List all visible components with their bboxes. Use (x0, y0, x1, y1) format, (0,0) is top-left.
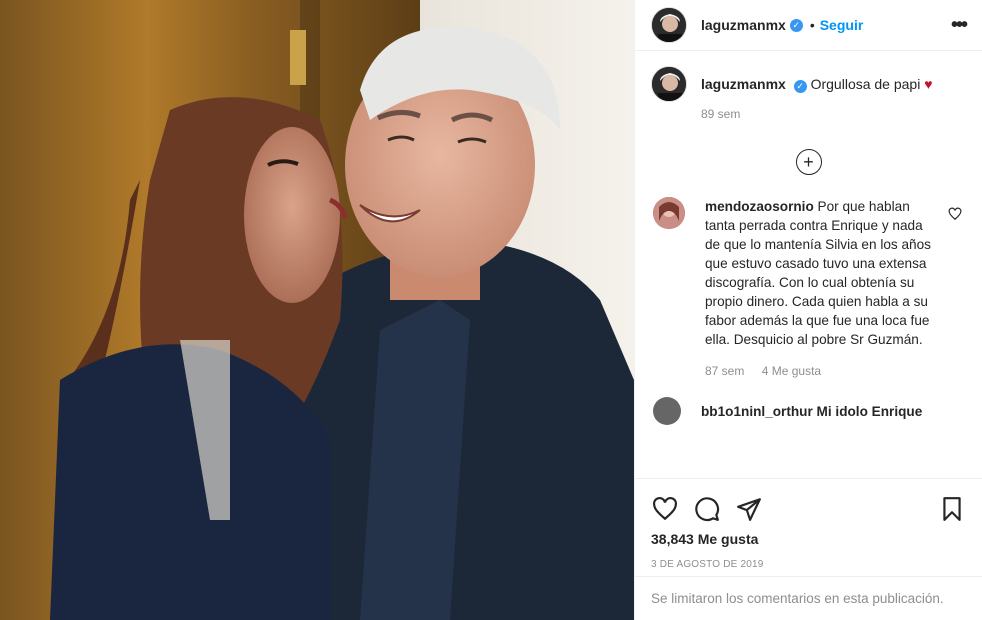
heart-outline-icon (653, 496, 677, 521)
comment-text-partial: bb1o1ninl_orthur Mi idolo Enrique (701, 403, 923, 419)
plus-circle-icon[interactable]: + (795, 149, 822, 175)
post-image (0, 0, 634, 620)
caption-body: laguzmanmx ✓ Orgullosa de papi ♥ 89 sem (701, 66, 933, 123)
commenter-avatar[interactable] (653, 197, 685, 229)
comments-list[interactable]: laguzmanmx ✓ Orgullosa de papi ♥ 89 sem … (635, 66, 982, 478)
more-options-icon[interactable]: ••• (951, 14, 968, 37)
comment-username[interactable]: mendozaosornio (705, 199, 814, 214)
caption-text: Orgullosa de papi (810, 76, 921, 92)
comments-disabled-notice: Se limitaron los comentarios en esta pub… (635, 576, 982, 620)
verified-badge-icon: ✓ (789, 18, 803, 32)
comment-body: bb1o1ninl_orthur Mi idolo Enrique (701, 402, 931, 421)
save-button[interactable] (938, 495, 966, 523)
author-avatar[interactable] (651, 7, 687, 43)
share-button[interactable] (735, 495, 763, 523)
comment-text: Por que hablan tanta perrada contra Enri… (705, 199, 931, 347)
like-button[interactable] (651, 495, 679, 523)
commenter-avatar[interactable] (653, 397, 681, 425)
comment-icon (695, 497, 720, 522)
post-actions: 38,843 Me gusta 3 DE AGOSTO DE 2019 (635, 478, 982, 570)
caption-username[interactable]: laguzmanmx (701, 76, 786, 92)
heart-outline-icon[interactable] (948, 207, 962, 221)
follow-button[interactable]: Seguir (820, 17, 864, 33)
post-sidebar: laguzmanmx ✓ • Seguir ••• laguzmanmx ✓ O… (634, 0, 982, 620)
likes-count[interactable]: 38,843 Me gusta (651, 531, 966, 547)
author-username[interactable]: laguzmanmx (701, 17, 786, 33)
caption-avatar[interactable] (651, 66, 687, 102)
separator-dot: • (809, 17, 815, 33)
caption-time[interactable]: 89 sem (701, 105, 933, 123)
comment-likes[interactable]: 4 Me gusta (762, 364, 821, 378)
load-more-comments: + (651, 149, 966, 175)
comment-item: mendozaosornio Por que hablan tanta perr… (651, 197, 966, 381)
post-photo[interactable] (0, 0, 634, 620)
bookmark-icon (943, 497, 961, 521)
comment-meta: 87 sem 4 Me gusta (705, 362, 935, 381)
comment-time[interactable]: 87 sem (705, 364, 744, 378)
comment-button[interactable] (693, 495, 721, 523)
action-icons (651, 491, 966, 527)
post-header: laguzmanmx ✓ • Seguir ••• (635, 0, 982, 51)
verified-badge-icon: ✓ (793, 79, 807, 93)
post-caption: laguzmanmx ✓ Orgullosa de papi ♥ 89 sem (651, 66, 966, 123)
comment-item-partial: bb1o1ninl_orthur Mi idolo Enrique (651, 397, 966, 425)
post-date[interactable]: 3 DE AGOSTO DE 2019 (651, 559, 966, 570)
share-icon (737, 498, 761, 521)
red-heart-emoji-icon: ♥ (924, 76, 933, 92)
comment-body: mendozaosornio Por que hablan tanta perr… (705, 197, 935, 381)
